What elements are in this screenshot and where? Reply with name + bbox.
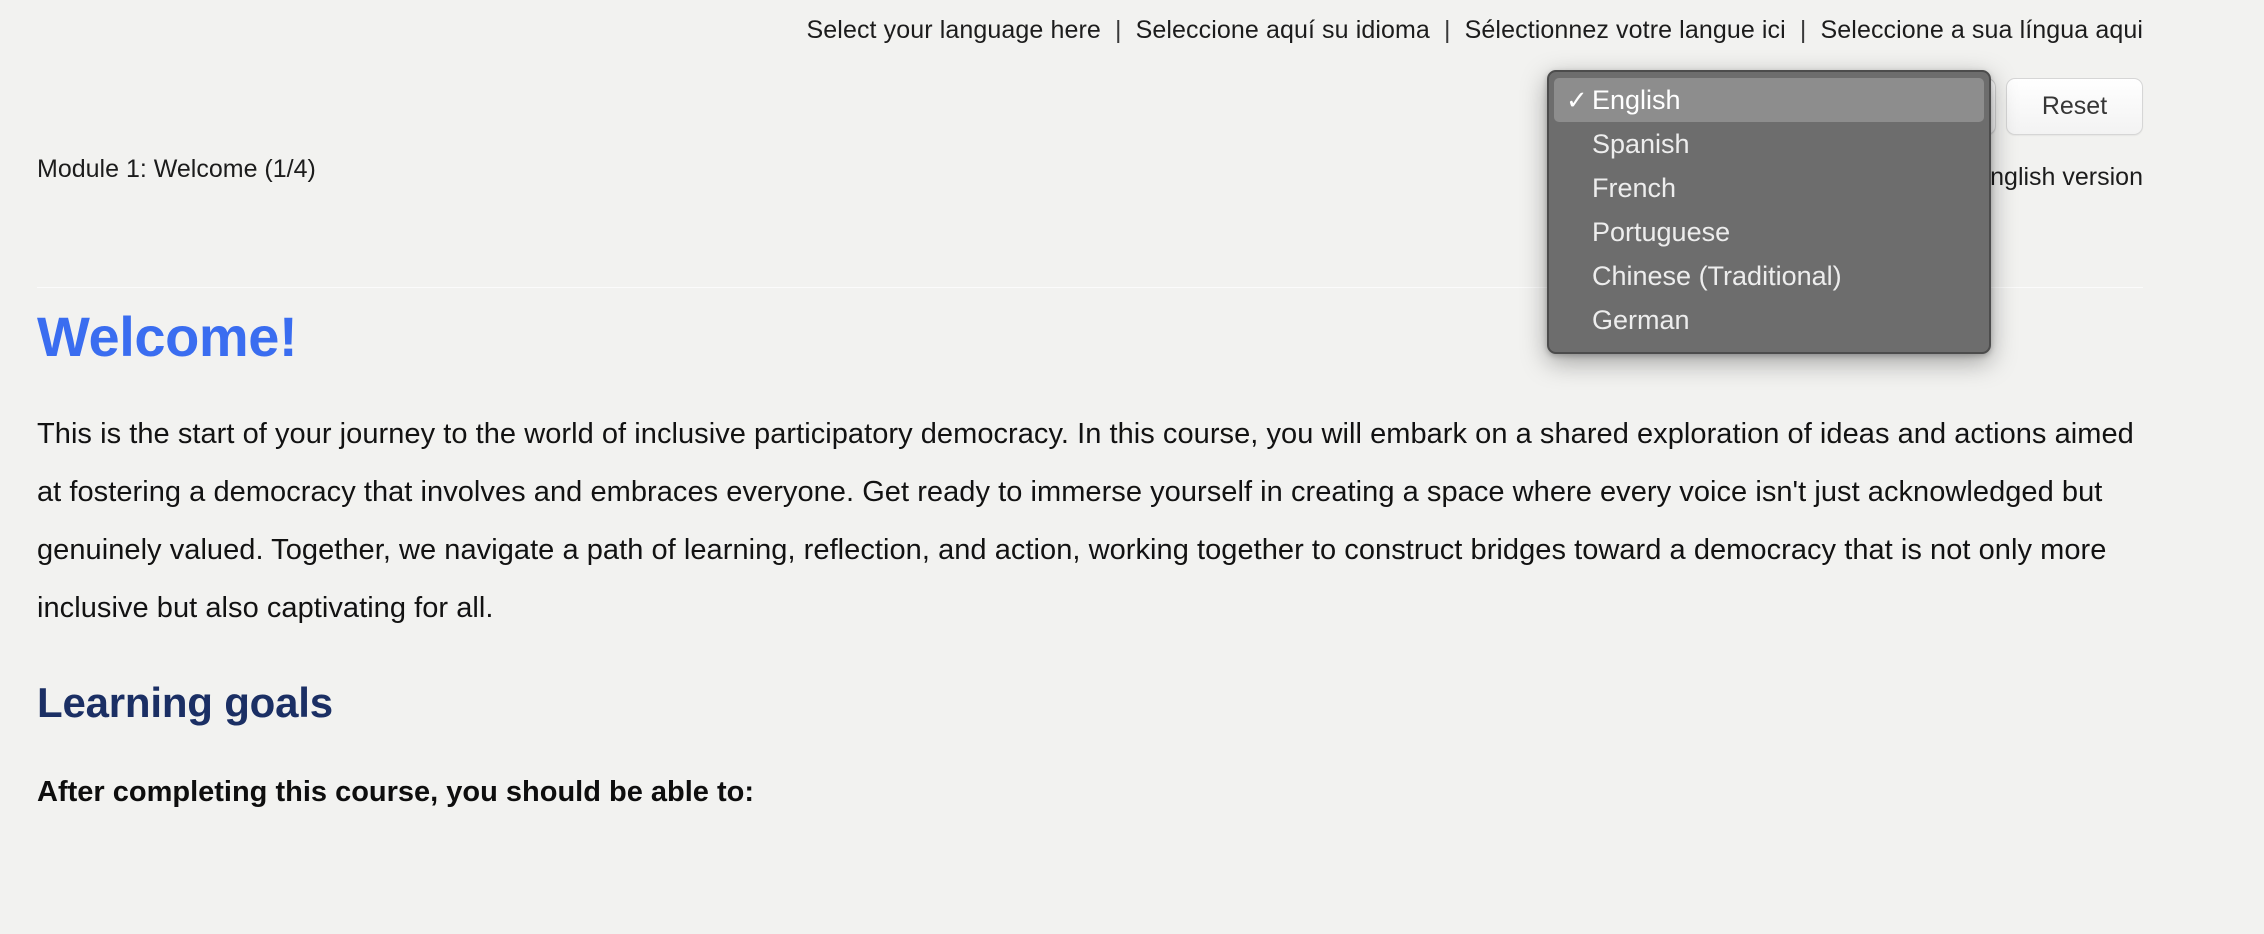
language-prompt-bar: Select your language here | Seleccione a… [0, 12, 2143, 48]
language-prompt-fr: Sélectionnez votre langue ici [1464, 16, 1786, 44]
dropdown-item-portuguese[interactable]: ✓Portuguese [1554, 210, 1984, 254]
learning-goals-heading: Learning goals [37, 679, 333, 726]
reset-button[interactable]: Reset [2006, 78, 2143, 135]
language-dropdown-menu[interactable]: ✓English✓Spanish✓French✓Portuguese✓Chine… [1547, 70, 1991, 354]
prompt-separator-2: | [1444, 16, 1451, 44]
dropdown-item-german[interactable]: ✓German [1554, 298, 1984, 342]
check-icon: ✓ [1566, 85, 1588, 115]
language-prompt-pt: Seleccione a sua língua aqui [1820, 16, 2143, 44]
intro-paragraph: This is the start of your journey to the… [37, 418, 2134, 624]
module-label: Module 1: Welcome (1/4) [37, 155, 316, 183]
course-page: Select your language here | Seleccione a… [0, 0, 2264, 934]
language-prompt-es: Seleccione aquí su idioma [1135, 16, 1430, 44]
dropdown-item-label: French [1592, 172, 1677, 203]
dropdown-item-label: English [1592, 84, 1681, 115]
main-content: Welcome! This is the start of your journ… [37, 305, 2143, 812]
dropdown-item-label: Chinese (Traditional) [1592, 260, 1842, 291]
dropdown-item-label: Portuguese [1592, 216, 1731, 247]
dropdown-item-english[interactable]: ✓ English [1554, 78, 1984, 122]
learning-goals-lead: After completing this course, you should… [37, 776, 755, 808]
language-prompt-en: Select your language here [806, 16, 1101, 44]
dropdown-item-label: German [1592, 304, 1690, 335]
dropdown-item-chinese-traditional[interactable]: ✓Chinese (Traditional) [1554, 254, 1984, 298]
dropdown-item-french[interactable]: ✓French [1554, 166, 1984, 210]
dropdown-item-label: Spanish [1592, 128, 1690, 159]
prompt-separator-3: | [1799, 16, 1807, 44]
dropdown-item-spanish[interactable]: ✓Spanish [1554, 122, 1984, 166]
prompt-separator-1: | [1114, 16, 1122, 44]
